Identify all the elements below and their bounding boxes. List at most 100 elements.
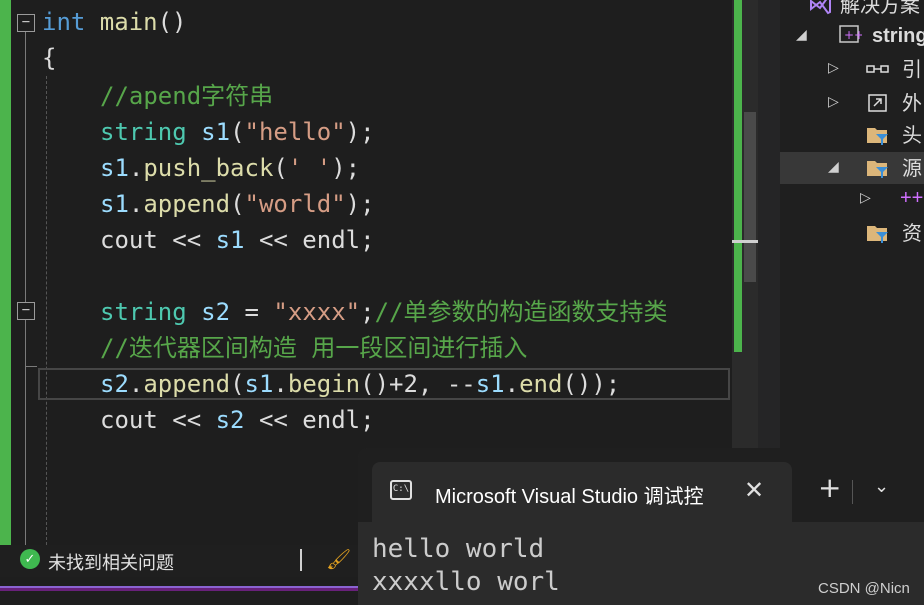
variable: s1 <box>100 154 129 182</box>
terminal-tab-bar: C:\ Microsoft Visual Studio 调试控 ✕ + ⌄ <box>358 448 924 522</box>
project-item[interactable]: ◢ ++ string <box>780 20 924 52</box>
close-icon[interactable]: ✕ <box>744 476 764 504</box>
code-line-11[interactable]: s2.append(s1.begin()+2, --s1.end()); <box>100 366 620 402</box>
variable: s2 <box>215 406 245 434</box>
external-deps-icon <box>868 94 887 112</box>
change-indicator-bar <box>0 0 11 545</box>
scrollbar-change-marker <box>734 0 742 352</box>
source-files-label: 源 <box>902 158 922 180</box>
punctuation: ( <box>230 118 245 146</box>
cpp-project-icon: ++ <box>839 25 862 43</box>
console-icon: C:\ <box>390 480 412 500</box>
string-literal: "xxxx" <box>273 298 361 326</box>
code-line-5[interactable]: s1.push_back(' '); <box>100 150 360 186</box>
punctuation: . <box>128 154 144 182</box>
identifier: endl <box>302 406 361 434</box>
variable: s1 <box>186 118 231 146</box>
code-line-6[interactable]: s1.append("world"); <box>100 186 375 222</box>
resource-files-label: 资 <box>902 223 922 245</box>
keyword: int <box>42 8 86 36</box>
code-line-1[interactable]: int main() <box>42 4 187 40</box>
solution-explorer: 解决方案 ◢ ++ string ▷ 引 ▷ 外 头 ◢ 源 ▷ ++ 资 <box>780 0 924 448</box>
method-name: append <box>143 190 231 218</box>
comment: //迭代器区间构造 用一段区间进行插入 <box>100 334 528 362</box>
divider <box>300 549 302 571</box>
code-line-7[interactable]: cout << s1 << endl; <box>100 222 375 258</box>
type-name: string <box>100 118 187 146</box>
char-literal: ' ' <box>287 154 332 182</box>
operator: << <box>244 406 303 434</box>
watermark: CSDN @Nicn <box>818 580 910 597</box>
open-brace: { <box>42 44 57 72</box>
code-line-9[interactable]: string s2 = "xxxx";//单参数的构造函数支持类 <box>100 294 667 330</box>
method-name: begin <box>287 370 361 398</box>
punctuation: ; <box>360 226 375 254</box>
svg-text:++: ++ <box>844 28 862 42</box>
filter-folder-icon <box>867 226 888 243</box>
method-name: end <box>519 370 563 398</box>
collapsed-arrow-icon: ▷ <box>828 59 839 75</box>
comment: //单参数的构造函数支持类 <box>374 298 668 326</box>
external-deps-item[interactable]: ▷ 外 <box>780 88 924 120</box>
punctuation: . <box>273 370 288 398</box>
collapse-toggle-comment[interactable]: − <box>17 302 35 320</box>
type-name: string <box>100 298 187 326</box>
divider <box>852 480 853 504</box>
terminal-tab[interactable]: C:\ Microsoft Visual Studio 调试控 ✕ <box>372 462 792 522</box>
code-line-2[interactable]: { <box>42 40 56 76</box>
scrollbar-thumb[interactable] <box>744 112 756 282</box>
code-line-4[interactable]: string s1("hello"); <box>100 114 375 150</box>
code-line-10[interactable]: //迭代器区间构造 用一段区间进行插入 <box>100 330 527 366</box>
expanded-arrow-icon: ◢ <box>796 26 807 42</box>
cpp-file-item[interactable]: ▷ ++ <box>780 184 924 216</box>
new-tab-button[interactable]: + <box>818 474 841 502</box>
punctuation: ); <box>331 154 361 182</box>
punctuation: ()); <box>562 370 621 398</box>
source-files-item[interactable]: ◢ 源 <box>780 152 924 184</box>
collapse-toggle-main[interactable]: − <box>17 14 35 32</box>
collapsed-arrow-icon: ▷ <box>860 189 871 205</box>
punctuation: ); <box>345 190 375 218</box>
cpp-file-icon: ++ <box>900 187 924 209</box>
references-item[interactable]: ▷ 引 <box>780 54 924 86</box>
punctuation: ( <box>273 154 288 182</box>
code-line-12[interactable]: cout << s2 << endl; <box>100 402 375 438</box>
operator: << <box>157 406 216 434</box>
fold-guide-line <box>25 320 26 545</box>
method-name: append <box>143 370 231 398</box>
punctuation: ()+2, -- <box>360 370 476 398</box>
code-line-3[interactable]: //apend字符串 <box>100 78 273 114</box>
variable: s1 <box>100 190 129 218</box>
operator: << <box>157 226 216 254</box>
operator: = <box>230 298 274 326</box>
comment: //apend字符串 <box>100 82 274 110</box>
header-files-item[interactable]: 头 <box>780 120 924 152</box>
variable: s2 <box>100 370 129 398</box>
issues-status[interactable]: 未找到相关问题 <box>48 549 174 575</box>
fold-guide-tick <box>25 366 37 367</box>
expanded-arrow-icon: ◢ <box>828 158 839 174</box>
resource-files-item[interactable]: 资 <box>780 218 924 250</box>
variable: s1 <box>475 370 505 398</box>
punctuation: ; <box>360 406 375 434</box>
project-label: string <box>872 25 924 47</box>
variable: s2 <box>186 298 231 326</box>
function-name: main <box>85 8 158 36</box>
string-literal: "world" <box>244 190 346 218</box>
punctuation: . <box>504 370 520 398</box>
operator: << <box>244 226 303 254</box>
indent-guide <box>46 76 47 545</box>
identifier: cout <box>100 226 158 254</box>
fold-guide-line <box>25 32 26 302</box>
identifier: cout <box>100 406 158 434</box>
punctuation: () <box>157 8 187 36</box>
variable: s1 <box>244 370 274 398</box>
string-literal: "hello" <box>244 118 346 146</box>
references-icon <box>866 65 889 73</box>
chevron-down-icon[interactable]: ⌄ <box>874 476 889 497</box>
filter-folder-icon <box>867 161 888 178</box>
bottom-strip <box>0 588 358 605</box>
punctuation: . <box>128 370 144 398</box>
external-deps-label: 外 <box>902 93 922 115</box>
code-cleanup-brush-icon[interactable]: 🖌 <box>326 547 351 572</box>
